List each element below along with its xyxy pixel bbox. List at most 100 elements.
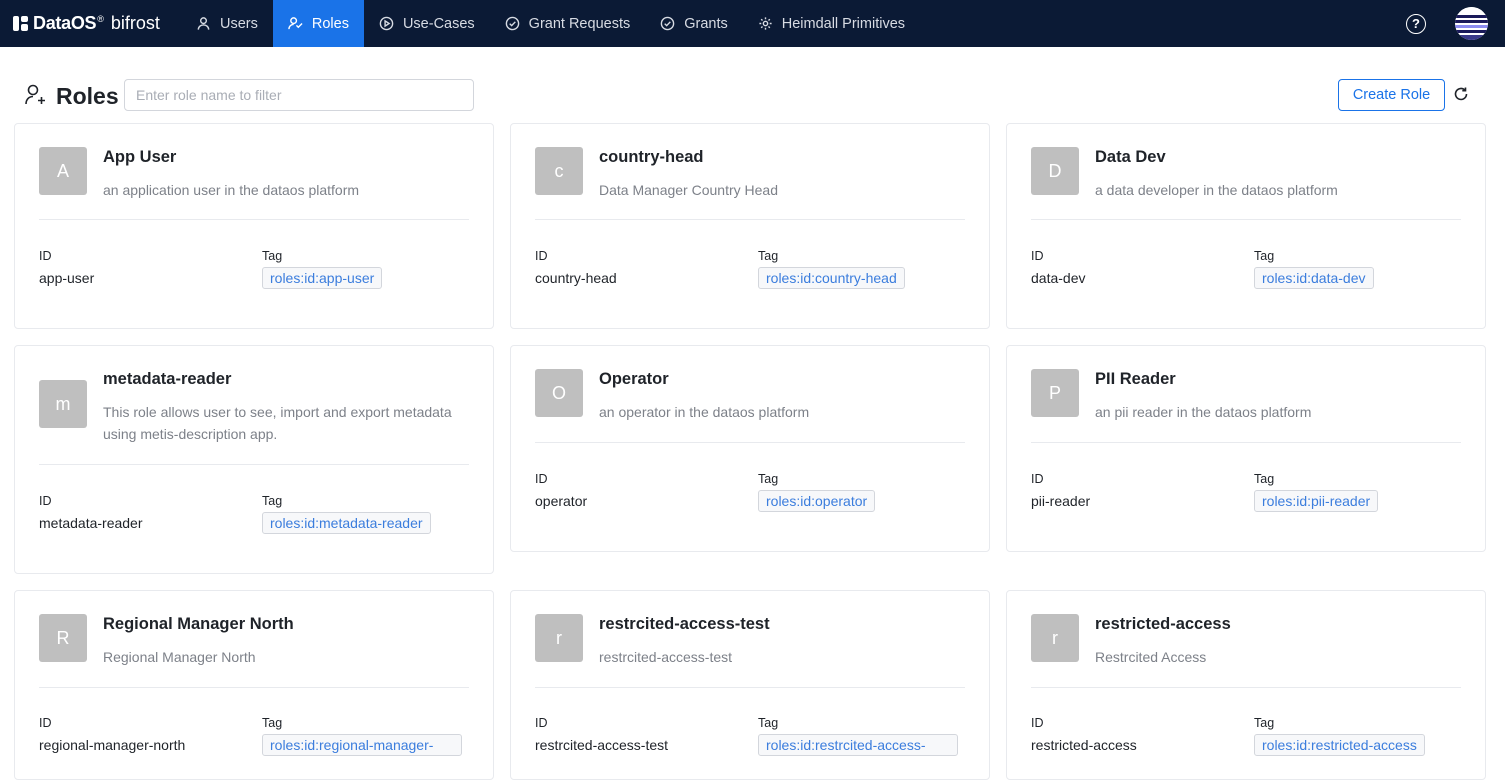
id-label: ID — [535, 716, 548, 730]
role-name: Regional Manager North — [103, 615, 294, 633]
top-navigation-bar: DataOS ® bifrost Users Roles Use-Cases Gr… — [0, 0, 1505, 47]
role-name: PII Reader — [1095, 370, 1176, 388]
tag-label: Tag — [758, 716, 779, 730]
tag-label: Tag — [262, 249, 283, 263]
role-card[interactable]: O Operator an operator in the dataos pla… — [510, 345, 990, 552]
tag-label: Tag — [1254, 716, 1275, 730]
role-avatar: m — [39, 380, 87, 428]
play-circle-icon — [379, 16, 394, 31]
role-name: metadata-reader — [103, 370, 232, 388]
role-id: country-head — [535, 270, 617, 286]
role-name: Operator — [599, 370, 669, 388]
role-description: an operator in the dataos platform — [599, 404, 810, 420]
role-card[interactable]: c country-head Data Manager Country Head… — [510, 123, 990, 329]
role-description: Restrcited Access — [1095, 649, 1207, 665]
role-tag: roles:id:restrcited-access- — [758, 734, 958, 756]
card-divider — [1031, 442, 1461, 443]
role-card[interactable]: m metadata-reader This role allows user … — [14, 345, 494, 574]
id-label: ID — [535, 472, 548, 486]
card-divider — [535, 687, 965, 688]
card-divider — [39, 464, 469, 465]
nav-item-heimdall-primitives[interactable]: Heimdall Primitives — [743, 0, 920, 47]
id-label: ID — [1031, 249, 1044, 263]
tag-label: Tag — [1254, 472, 1275, 486]
role-avatar: D — [1031, 147, 1079, 195]
app-logo[interactable]: DataOS ® bifrost — [0, 0, 180, 47]
registered-mark: ® — [97, 13, 104, 24]
role-card[interactable]: A App User an application user in the da… — [14, 123, 494, 329]
role-description: Data Manager Country Head — [599, 182, 778, 198]
role-avatar: c — [535, 147, 583, 195]
role-filter-input[interactable] — [124, 79, 474, 111]
role-id: restricted-access — [1031, 737, 1137, 753]
nav-item-users[interactable]: Users — [181, 0, 273, 47]
role-id: metadata-reader — [39, 515, 143, 531]
role-avatar: O — [535, 369, 583, 417]
nav-item-use-cases[interactable]: Use-Cases — [364, 0, 490, 47]
role-id: restrcited-access-test — [535, 737, 669, 753]
nav-item-label: Roles — [311, 15, 349, 32]
card-divider — [39, 687, 469, 688]
page-header: Roles Create Role — [0, 47, 1505, 123]
role-name: country-head — [599, 148, 704, 166]
role-tag: roles:id:app-user — [262, 267, 383, 289]
product-name: bifrost — [110, 13, 160, 33]
tag-label: Tag — [262, 716, 283, 730]
role-name: restrcited-access-test — [599, 615, 770, 633]
role-avatar: r — [535, 614, 583, 662]
nav-item-label: Use-Cases — [402, 15, 475, 32]
id-label: ID — [535, 249, 548, 263]
gear-icon — [759, 17, 772, 30]
id-label: ID — [39, 249, 52, 263]
card-divider — [535, 442, 965, 443]
role-tag: roles:id:pii-reader — [1254, 490, 1379, 512]
check-circle-icon — [505, 16, 519, 31]
nav-item-roles[interactable]: Roles — [272, 0, 364, 47]
role-description: restrcited-access-test — [599, 649, 733, 665]
user-avatar[interactable] — [1455, 7, 1488, 40]
nav-item-grant-requests[interactable]: Grant Requests — [490, 0, 646, 47]
card-divider — [535, 219, 965, 220]
role-card[interactable]: R Regional Manager North Regional Manage… — [14, 590, 494, 780]
nav-item-label: Heimdall Primitives — [781, 15, 906, 32]
role-description: This role allows user to see, import and… — [103, 404, 452, 442]
id-label: ID — [39, 494, 52, 508]
nav-item-label: Grants — [684, 15, 728, 32]
help-icon[interactable]: ? — [1406, 13, 1426, 34]
role-name: restricted-access — [1095, 615, 1231, 633]
role-card[interactable]: P PII Reader an pii reader in the dataos… — [1006, 345, 1486, 552]
role-card[interactable]: r restrcited-access-test restrcited-acce… — [510, 590, 990, 780]
role-card[interactable]: r restricted-access Restrcited Access ID… — [1006, 590, 1486, 780]
role-tag: roles:id:restricted-access — [1254, 734, 1425, 756]
role-id: operator — [535, 493, 588, 509]
role-tag: roles:id:operator — [758, 490, 876, 512]
brand-name: DataOS — [33, 13, 97, 33]
create-role-button[interactable]: Create Role — [1338, 79, 1445, 111]
tag-label: Tag — [758, 249, 779, 263]
page-title: Roles — [56, 83, 119, 109]
check-circle-icon — [660, 16, 675, 31]
role-card[interactable]: D Data Dev a data developer in the datao… — [1006, 123, 1486, 329]
role-description: an application user in the dataos platfo… — [103, 182, 360, 198]
nav-item-label: Users — [220, 15, 258, 32]
tag-label: Tag — [758, 472, 779, 486]
card-divider — [1031, 219, 1461, 220]
role-description: a data developer in the dataos platform — [1095, 182, 1338, 198]
tag-label: Tag — [262, 494, 283, 508]
role-tag: roles:id:data-dev — [1254, 267, 1374, 289]
role-id: app-user — [39, 270, 95, 286]
id-label: ID — [1031, 716, 1044, 730]
user-icon — [197, 17, 210, 30]
role-tag: roles:id:metadata-reader — [262, 512, 431, 534]
role-description: an pii reader in the dataos platform — [1095, 404, 1312, 420]
role-avatar: r — [1031, 614, 1079, 662]
role-name: Data Dev — [1095, 148, 1166, 166]
card-divider — [1031, 687, 1461, 688]
nav-item-grants[interactable]: Grants — [645, 0, 743, 47]
role-avatar: P — [1031, 369, 1079, 417]
refresh-icon[interactable] — [1452, 85, 1470, 103]
role-id: regional-manager-north — [39, 737, 186, 753]
tag-label: Tag — [1254, 249, 1275, 263]
nav-item-label: Grant Requests — [528, 15, 631, 32]
role-avatar: A — [39, 147, 87, 195]
